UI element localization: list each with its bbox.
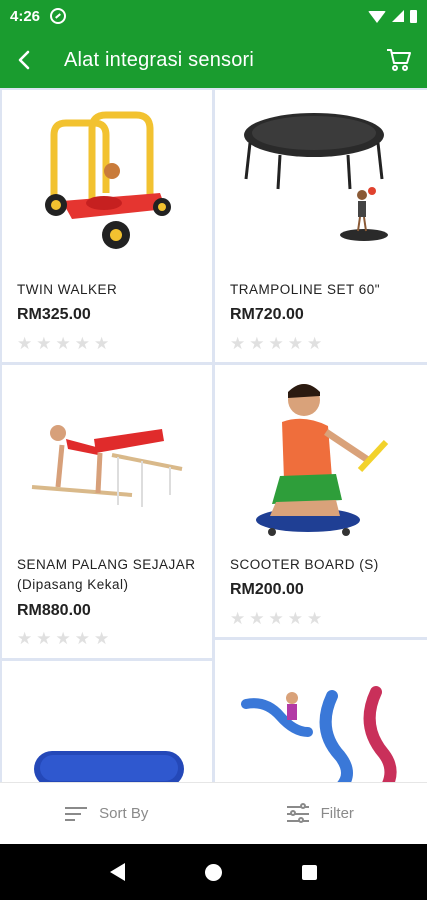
signal-icon bbox=[392, 10, 404, 22]
product-card[interactable] bbox=[2, 661, 212, 782]
rating-stars: ★ ★ ★ ★ ★ bbox=[230, 335, 322, 353]
star-icon: ★ bbox=[249, 334, 265, 353]
filter-label: Filter bbox=[320, 805, 354, 822]
filter-button[interactable]: Filter bbox=[214, 783, 427, 844]
product-image-parallel-bars bbox=[2, 365, 212, 545]
bottom-action-bar: Sort By Filter bbox=[0, 782, 427, 844]
star-icon: ★ bbox=[230, 334, 246, 353]
star-icon: ★ bbox=[55, 629, 71, 648]
star-icon: ★ bbox=[268, 334, 284, 353]
product-card[interactable]: SCOOTER BOARD (S) RM200.00 ★ ★ ★ ★ ★ bbox=[215, 365, 427, 637]
product-card[interactable]: TWIN WALKER RM325.00 ★ ★ ★ ★ ★ bbox=[2, 90, 212, 362]
product-card[interactable] bbox=[215, 640, 427, 782]
sort-label: Sort By bbox=[99, 805, 149, 822]
sort-icon bbox=[65, 803, 88, 825]
star-icon: ★ bbox=[287, 609, 303, 628]
product-image-twin-walker bbox=[2, 90, 212, 270]
system-nav-bar bbox=[0, 844, 427, 900]
product-name: SENAM PALANG SEJAJAR (Dipasang Kekal) bbox=[17, 557, 196, 592]
product-image-scooter-board bbox=[215, 365, 427, 545]
star-icon: ★ bbox=[17, 629, 33, 648]
status-bar: 4:26 bbox=[0, 0, 427, 32]
product-grid: TWIN WALKER RM325.00 ★ ★ ★ ★ ★ TRAMPOLIN… bbox=[0, 88, 427, 782]
product-price: RM200.00 bbox=[230, 581, 304, 598]
star-icon: ★ bbox=[307, 609, 323, 628]
product-card[interactable]: TRAMPOLINE SET 60" RM720.00 ★ ★ ★ ★ ★ bbox=[215, 90, 427, 362]
product-card[interactable]: SENAM PALANG SEJAJAR (Dipasang Kekal) RM… bbox=[2, 365, 212, 658]
app-bar: Alat integrasi sensori bbox=[0, 32, 427, 88]
sort-button[interactable]: Sort By bbox=[0, 783, 214, 844]
star-icon: ★ bbox=[17, 334, 33, 353]
battery-icon bbox=[410, 9, 417, 23]
product-image-trampoline bbox=[215, 90, 427, 270]
star-icon: ★ bbox=[36, 334, 52, 353]
rating-stars: ★ ★ ★ ★ ★ bbox=[230, 610, 322, 628]
nav-recents-icon[interactable] bbox=[302, 864, 317, 880]
nav-home-icon[interactable] bbox=[205, 863, 222, 881]
product-image-balance-tubes bbox=[215, 640, 427, 782]
product-image-blue-board bbox=[2, 661, 212, 782]
filter-icon bbox=[286, 802, 309, 824]
back-button[interactable] bbox=[0, 32, 50, 88]
star-icon: ★ bbox=[249, 609, 265, 628]
product-name: TWIN WALKER bbox=[17, 282, 118, 297]
star-icon: ★ bbox=[94, 334, 110, 353]
star-icon: ★ bbox=[94, 629, 110, 648]
star-icon: ★ bbox=[36, 629, 52, 648]
star-icon: ★ bbox=[74, 334, 90, 353]
product-name: SCOOTER BOARD (S) bbox=[230, 557, 379, 572]
cart-icon bbox=[387, 49, 411, 71]
star-icon: ★ bbox=[55, 334, 71, 353]
star-icon: ★ bbox=[287, 334, 303, 353]
star-icon: ★ bbox=[268, 609, 284, 628]
notification-app-icon bbox=[50, 8, 67, 24]
cart-button[interactable] bbox=[371, 32, 427, 88]
rating-stars: ★ ★ ★ ★ ★ bbox=[17, 630, 109, 648]
wifi-icon bbox=[368, 11, 386, 23]
star-icon: ★ bbox=[74, 629, 90, 648]
product-name: TRAMPOLINE SET 60" bbox=[230, 282, 381, 297]
arrow-left-icon bbox=[18, 50, 30, 70]
status-time: 4:26 bbox=[10, 7, 41, 25]
rating-stars: ★ ★ ★ ★ ★ bbox=[17, 335, 109, 353]
star-icon: ★ bbox=[230, 609, 246, 628]
nav-back-icon[interactable] bbox=[110, 863, 125, 881]
product-price: RM720.00 bbox=[230, 306, 304, 323]
star-icon: ★ bbox=[307, 334, 323, 353]
product-price: RM325.00 bbox=[17, 306, 91, 323]
product-price: RM880.00 bbox=[17, 602, 91, 619]
status-icons bbox=[368, 9, 417, 23]
page-title: Alat integrasi sensori bbox=[64, 48, 255, 71]
